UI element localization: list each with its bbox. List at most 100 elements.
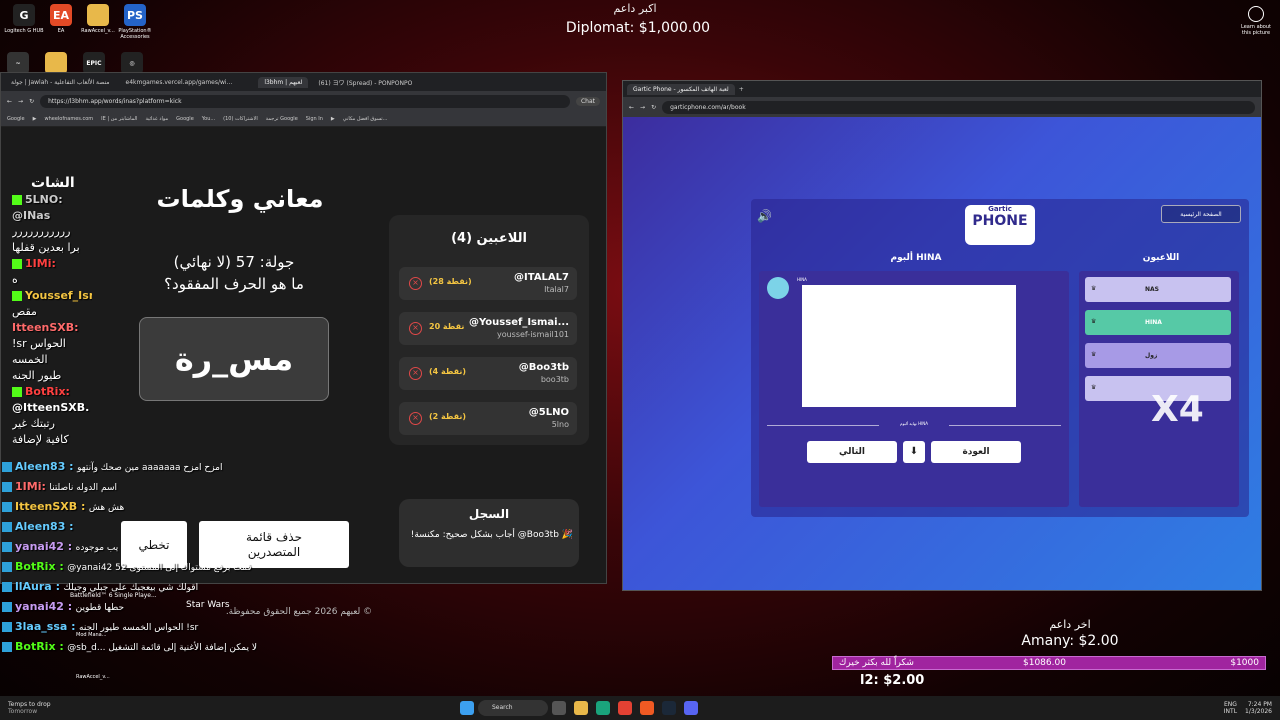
chat-header: الشات [31, 175, 75, 191]
player-points: (28 نقطة) [429, 277, 472, 286]
chat-message: BotRix: [12, 385, 92, 398]
chat-text: مقص [12, 305, 37, 318]
bookmark-item[interactable]: Google [7, 116, 25, 122]
remove-player-icon[interactable]: × [409, 277, 422, 290]
sound-icon[interactable]: 🔊 [757, 209, 772, 223]
crown-icon: ♛ [1091, 351, 1097, 358]
player-handle: Italal7 [544, 285, 569, 294]
back-button[interactable]: العودة [931, 441, 1021, 463]
desktop-icon[interactable]: PS PlayStation® Accessories [113, 4, 157, 40]
player-points: 20 نقطة [429, 322, 465, 331]
app-icon: G [13, 4, 35, 26]
back-icon[interactable]: ← [629, 104, 634, 111]
search-input[interactable]: Search [478, 700, 548, 716]
lang[interactable]: ENG [1224, 701, 1237, 708]
x4-label: X4 [1151, 389, 1204, 430]
gartic-book-container: 🔊 الصفحة الرئيسية Gartic PHONE ألبوم HIN… [751, 199, 1249, 517]
explorer-icon[interactable] [574, 701, 588, 715]
drawing-canvas[interactable] [802, 285, 1016, 407]
clock-time[interactable]: 7:24 PM [1245, 701, 1272, 708]
bookmark-item[interactable]: Google [176, 116, 194, 122]
bookmark-item[interactable]: wheelofnames.com [45, 116, 94, 122]
rawaccel-shortcut[interactable]: RawAccel_v... [76, 674, 110, 680]
chat-user: Aleen83 : [15, 520, 74, 533]
chat-user: 3laa_ssa : [15, 620, 76, 633]
gartic-player-row: ♛ NAS [1085, 277, 1231, 302]
windows-start-icon[interactable] [460, 701, 474, 715]
bookmark-item[interactable]: IE | الماشابتر من [101, 116, 137, 122]
game-title: معاني وكلمات [156, 185, 324, 213]
discord-icon[interactable] [684, 701, 698, 715]
player-handle: boo3tb [540, 375, 569, 384]
bookmark-item[interactable]: ▶ [33, 116, 37, 122]
log-panel: السجل 🎉 Boo3tb@ أجاب بشكل صحيح: مكنسة! [399, 499, 579, 567]
browser-tab[interactable]: (61) ヨワ (Spread) - PONPONPO [312, 76, 418, 89]
avatar [767, 277, 789, 299]
new-tab-icon[interactable]: + [739, 86, 744, 93]
bookmark-item[interactable]: Sign In [306, 116, 323, 122]
forward-icon[interactable]: → [640, 104, 645, 111]
reload-icon[interactable]: ↻ [29, 98, 34, 105]
chat-user: yanai42 : [15, 540, 73, 553]
tab-gartic[interactable]: Gartic Phone - لعبة الهاتف المكسور [627, 83, 735, 95]
chat-user: ItteenSXB: [12, 321, 79, 334]
moderator-badge-icon [2, 602, 12, 612]
browser-tab[interactable]: جولة | Jawlah - منصة الألعاب التفاعلية [5, 77, 116, 88]
bookmark-item[interactable]: تسوق افضل مكاني... [343, 116, 388, 122]
brave-icon[interactable] [640, 701, 654, 715]
chat-message: ه [12, 273, 92, 286]
chat-message: !sr الحواس [12, 337, 92, 350]
chat-text: الخمسه [12, 353, 48, 366]
last-donor: Amany: $2.00 [1021, 633, 1119, 649]
chat-message: 5LNO: [12, 193, 92, 206]
weather-widget[interactable]: Temps to drop Tomorrow [8, 701, 88, 715]
learn-about-picture[interactable]: Learn about this picture [1236, 6, 1276, 36]
remove-player-icon[interactable]: × [409, 322, 422, 335]
browser-tab[interactable]: e4kmgames.vercel.app/games/wi... [120, 77, 239, 88]
right-address-input[interactable]: garticphone.com/ar/book [662, 100, 1255, 114]
chat-message: 1IMi: اسم الدوله ناصلتنا [2, 480, 117, 493]
desktop-icon-label: PlayStation® Accessories [118, 28, 152, 40]
steam-icon[interactable] [662, 701, 676, 715]
browser-tab[interactable]: l3bhm | لعبهم [258, 76, 309, 88]
bookmark-item[interactable]: مواد غذائية [145, 116, 168, 122]
chat-text: ررررررررررر [12, 225, 71, 238]
bookmark-item[interactable]: (10) الاشتراكات [223, 116, 258, 122]
address-input[interactable]: https://l3bhm.app/words/inas?platform=ki… [40, 94, 570, 108]
bookmark-item[interactable]: You... [202, 116, 215, 122]
chat-user: 1IMi: [25, 257, 56, 270]
player-row: × 20 نقطة @Youssef_Ismai... youssef-isma… [399, 312, 577, 345]
gartic-player-name: زول [1145, 352, 1158, 359]
top-donor: Diplomat: $1,000.00 [565, 20, 711, 36]
taskbar: Temps to drop Tomorrow Search ENG INTL 7:… [0, 696, 1280, 720]
task-view-icon[interactable] [552, 701, 566, 715]
app-icon: PS [124, 4, 146, 26]
kick-badge-icon [12, 259, 22, 269]
remove-player-icon[interactable]: × [409, 367, 422, 380]
forward-icon[interactable]: → [18, 98, 23, 105]
next-button[interactable]: التالي [807, 441, 897, 463]
remove-player-icon[interactable]: × [409, 412, 422, 425]
player-row: × (4 نقطة) @Boo3tb boo3tb [399, 357, 577, 390]
log-title: السجل [468, 507, 510, 521]
reload-icon[interactable]: ↻ [651, 104, 656, 111]
edge-icon[interactable] [596, 701, 610, 715]
chat-button[interactable]: Chat [575, 96, 600, 106]
chat-user: llAura : [15, 580, 60, 593]
app-icon: EPIC [83, 52, 105, 74]
download-icon[interactable]: ⬇ [903, 441, 925, 463]
chat-message: كافية لإضافة [12, 433, 92, 446]
chat-text: اسم الدوله ناصلتنا [49, 483, 118, 493]
starwars-shortcut[interactable]: Star Wars [186, 600, 230, 610]
player-handle: youssef-ismail101 [496, 330, 569, 339]
bookmark-item[interactable]: ▶ [331, 116, 335, 122]
back-icon[interactable]: ← [7, 98, 12, 105]
chrome-icon[interactable] [618, 701, 632, 715]
word-display: مس_رة [139, 317, 329, 401]
goal-current: $1086.00 [1023, 658, 1066, 668]
home-button[interactable]: الصفحة الرئيسية [1161, 205, 1241, 223]
bookmark-item[interactable]: ترجمة Google [266, 116, 298, 122]
browser-tab[interactable] [242, 80, 254, 84]
bf6-shortcut[interactable]: Battlefield™ 6 Single Playe... [70, 592, 157, 599]
modman-shortcut[interactable]: Mod Mana... [76, 632, 107, 638]
